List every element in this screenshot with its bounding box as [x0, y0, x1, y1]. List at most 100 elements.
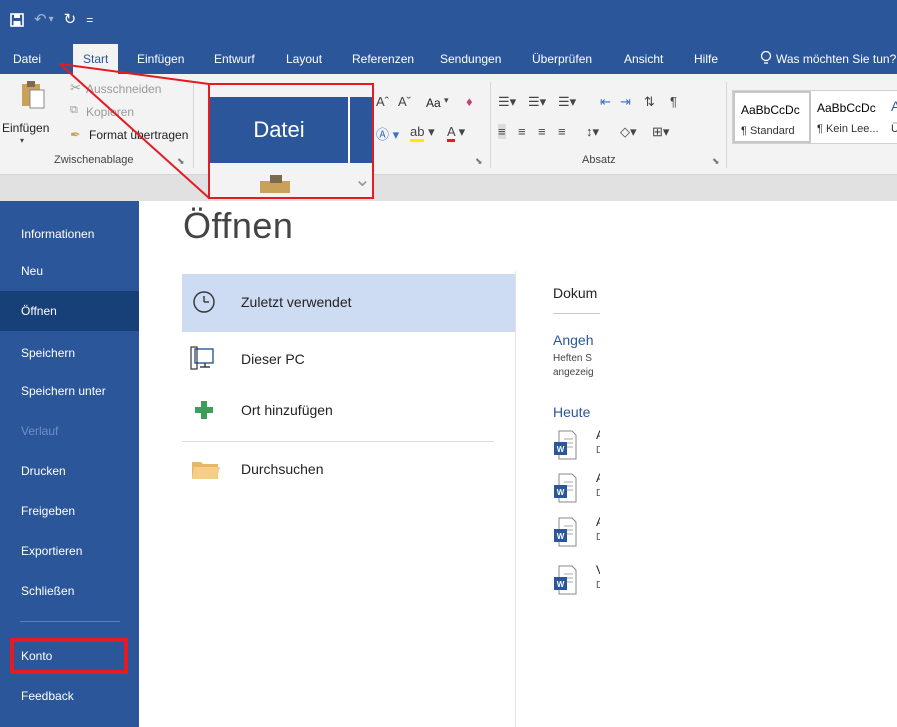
pinned-hint-line1: Heften S	[553, 353, 592, 364]
line-spacing-icon[interactable]: ↕▾	[586, 124, 599, 140]
tell-me-label: Was möchten Sie tun?	[776, 52, 897, 66]
change-case-dropdown-icon[interactable]: ▾	[444, 95, 449, 106]
customize-qat-icon[interactable]: =	[86, 12, 93, 28]
undo-dropdown-icon[interactable]: ▾	[49, 12, 54, 28]
location-label: Dieser PC	[241, 351, 305, 367]
recent-document-item[interactable]: W A D	[553, 471, 604, 507]
nav-speichern-unter[interactable]: Speichern unter	[0, 371, 139, 411]
grow-font-icon[interactable]: Aˆ	[376, 94, 389, 109]
tab-referenzen[interactable]: Referenzen	[352, 44, 414, 74]
numbering-icon[interactable]: ☰▾	[528, 94, 546, 110]
change-case-button[interactable]: Aa	[426, 96, 441, 110]
nav-informationen[interactable]: Informationen	[0, 214, 139, 254]
tab-layout[interactable]: Layout	[286, 44, 322, 74]
ribbon-bottom-strip	[0, 175, 897, 201]
word-document-icon: W	[554, 430, 577, 460]
zoom-datei-tab: Datei	[210, 97, 348, 163]
copy-icon: ⧉	[70, 104, 78, 116]
computer-icon	[190, 346, 214, 370]
clipboard-launcher-icon[interactable]: ⬊	[177, 156, 185, 167]
backstage-open-page: Öffnen Zuletzt verwendet Dieser PC Ort h…	[139, 201, 604, 727]
svg-text:W: W	[557, 445, 565, 454]
paste-dropdown-icon[interactable]: ▾	[20, 136, 24, 145]
tab-sendungen[interactable]: Sendungen	[440, 44, 501, 74]
pinned-hint-line2: angezeig	[553, 367, 594, 378]
align-left-icon[interactable]: ≡	[498, 124, 506, 139]
style-preview: AaBbCcDc	[741, 103, 800, 117]
save-icon[interactable]	[10, 13, 24, 27]
redo-icon[interactable]: ↻	[64, 12, 77, 28]
nav-feedback[interactable]: Feedback	[0, 676, 139, 716]
style-name: Ü	[891, 123, 897, 135]
increase-indent-icon[interactable]: ⇥	[620, 94, 631, 110]
tab-ueberpruefen[interactable]: Überprüfen	[532, 44, 592, 74]
tab-einfuegen[interactable]: Einfügen	[137, 44, 184, 74]
styles-gallery: AaBbCcDc ¶ Standard AaBbCcDc ¶ Kein Lee.…	[732, 90, 897, 144]
copy-button[interactable]: Kopieren	[86, 105, 134, 119]
show-marks-icon[interactable]: ¶	[670, 94, 677, 109]
highlight-color-icon[interactable]: ab ▾	[410, 124, 435, 142]
lightbulb-icon	[760, 50, 772, 64]
sort-icon[interactable]: ⇅	[644, 94, 655, 110]
tab-ansicht[interactable]: Ansicht	[624, 44, 663, 74]
zoom-clipboard-icon	[260, 175, 290, 193]
nav-schliessen[interactable]: Schließen	[0, 571, 139, 611]
nav-freigeben[interactable]: Freigeben	[0, 491, 139, 531]
paste-icon[interactable]	[20, 80, 46, 110]
nav-oeffnen[interactable]: Öffnen	[0, 291, 139, 331]
style-kein-leerraum[interactable]: AaBbCcDc ¶ Kein Lee...	[811, 91, 891, 143]
style-preview: A	[891, 98, 897, 114]
column-divider	[515, 271, 516, 727]
justify-icon[interactable]: ≡	[558, 124, 566, 139]
today-section-title: Heute	[553, 404, 591, 420]
undo-icon[interactable]: ↶	[34, 12, 47, 28]
quick-access-toolbar: ↶ ▾ ↻ =	[10, 12, 93, 28]
tab-entwurf[interactable]: Entwurf	[214, 44, 255, 74]
folder-icon	[192, 462, 220, 479]
clear-formatting-icon[interactable]: ♦	[466, 94, 473, 109]
decrease-indent-icon[interactable]: ⇤	[600, 94, 611, 110]
recent-document-item[interactable]: W A D	[553, 515, 604, 551]
bullets-icon[interactable]: ☰▾	[498, 94, 516, 110]
tab-datei[interactable]: Datei	[13, 44, 41, 74]
nav-drucken[interactable]: Drucken	[0, 451, 139, 491]
location-ort-hinzufuegen[interactable]: Ort hinzufügen	[182, 382, 515, 440]
shading-icon[interactable]: ◇▾	[620, 124, 637, 140]
tab-hilfe[interactable]: Hilfe	[694, 44, 718, 74]
style-heading-partial[interactable]: A Ü	[889, 91, 897, 143]
svg-text:W: W	[557, 532, 565, 541]
word-document-icon: W	[554, 565, 577, 595]
group-divider	[726, 82, 727, 168]
nav-exportieren[interactable]: Exportieren	[0, 531, 139, 571]
style-preview: AaBbCcDc	[817, 101, 876, 115]
location-label: Zuletzt verwendet	[241, 294, 352, 310]
multilevel-list-icon[interactable]: ☰▾	[558, 94, 576, 110]
borders-icon[interactable]: ⊞▾	[652, 124, 669, 140]
nav-neu[interactable]: Neu	[0, 251, 139, 291]
location-label: Durchsuchen	[241, 461, 324, 477]
recent-header-rule	[553, 313, 600, 314]
ribbon-start: Einfügen ▾ ✂ Ausschneiden ⧉ Kopieren ✒ F…	[0, 74, 897, 175]
font-color-icon[interactable]: A ▾	[447, 124, 465, 142]
location-dieser-pc[interactable]: Dieser PC	[182, 331, 515, 389]
align-center-icon[interactable]: ≡	[518, 124, 526, 139]
align-right-icon[interactable]: ≡	[538, 124, 546, 139]
format-painter-button[interactable]: Format übertragen	[89, 128, 188, 142]
paste-button[interactable]: Einfügen	[2, 121, 49, 135]
clipboard-group-label: Zwischenablage	[54, 154, 134, 166]
cut-button[interactable]: Ausschneiden	[86, 82, 161, 96]
font-launcher-icon[interactable]: ⬊	[475, 156, 483, 167]
nav-speichern[interactable]: Speichern	[0, 333, 139, 373]
tab-start[interactable]: Start	[73, 44, 119, 74]
shrink-font-icon[interactable]: Aˇ	[398, 94, 411, 109]
recent-document-item[interactable]: W V D	[553, 563, 604, 599]
tell-me-box[interactable]: Was möchten Sie tun?	[760, 44, 896, 74]
pinned-section-title: Angeh	[553, 332, 594, 348]
location-durchsuchen[interactable]: Durchsuchen	[182, 441, 515, 499]
recent-document-item[interactable]: W A D	[553, 428, 604, 464]
paragraph-launcher-icon[interactable]: ⬊	[712, 156, 720, 167]
location-zuletzt-verwendet[interactable]: Zuletzt verwendet	[182, 274, 515, 332]
style-standard[interactable]: AaBbCcDc ¶ Standard	[733, 91, 811, 143]
nav-divider	[20, 621, 120, 622]
text-effects-icon[interactable]: Ⓐ ▾	[376, 124, 399, 143]
